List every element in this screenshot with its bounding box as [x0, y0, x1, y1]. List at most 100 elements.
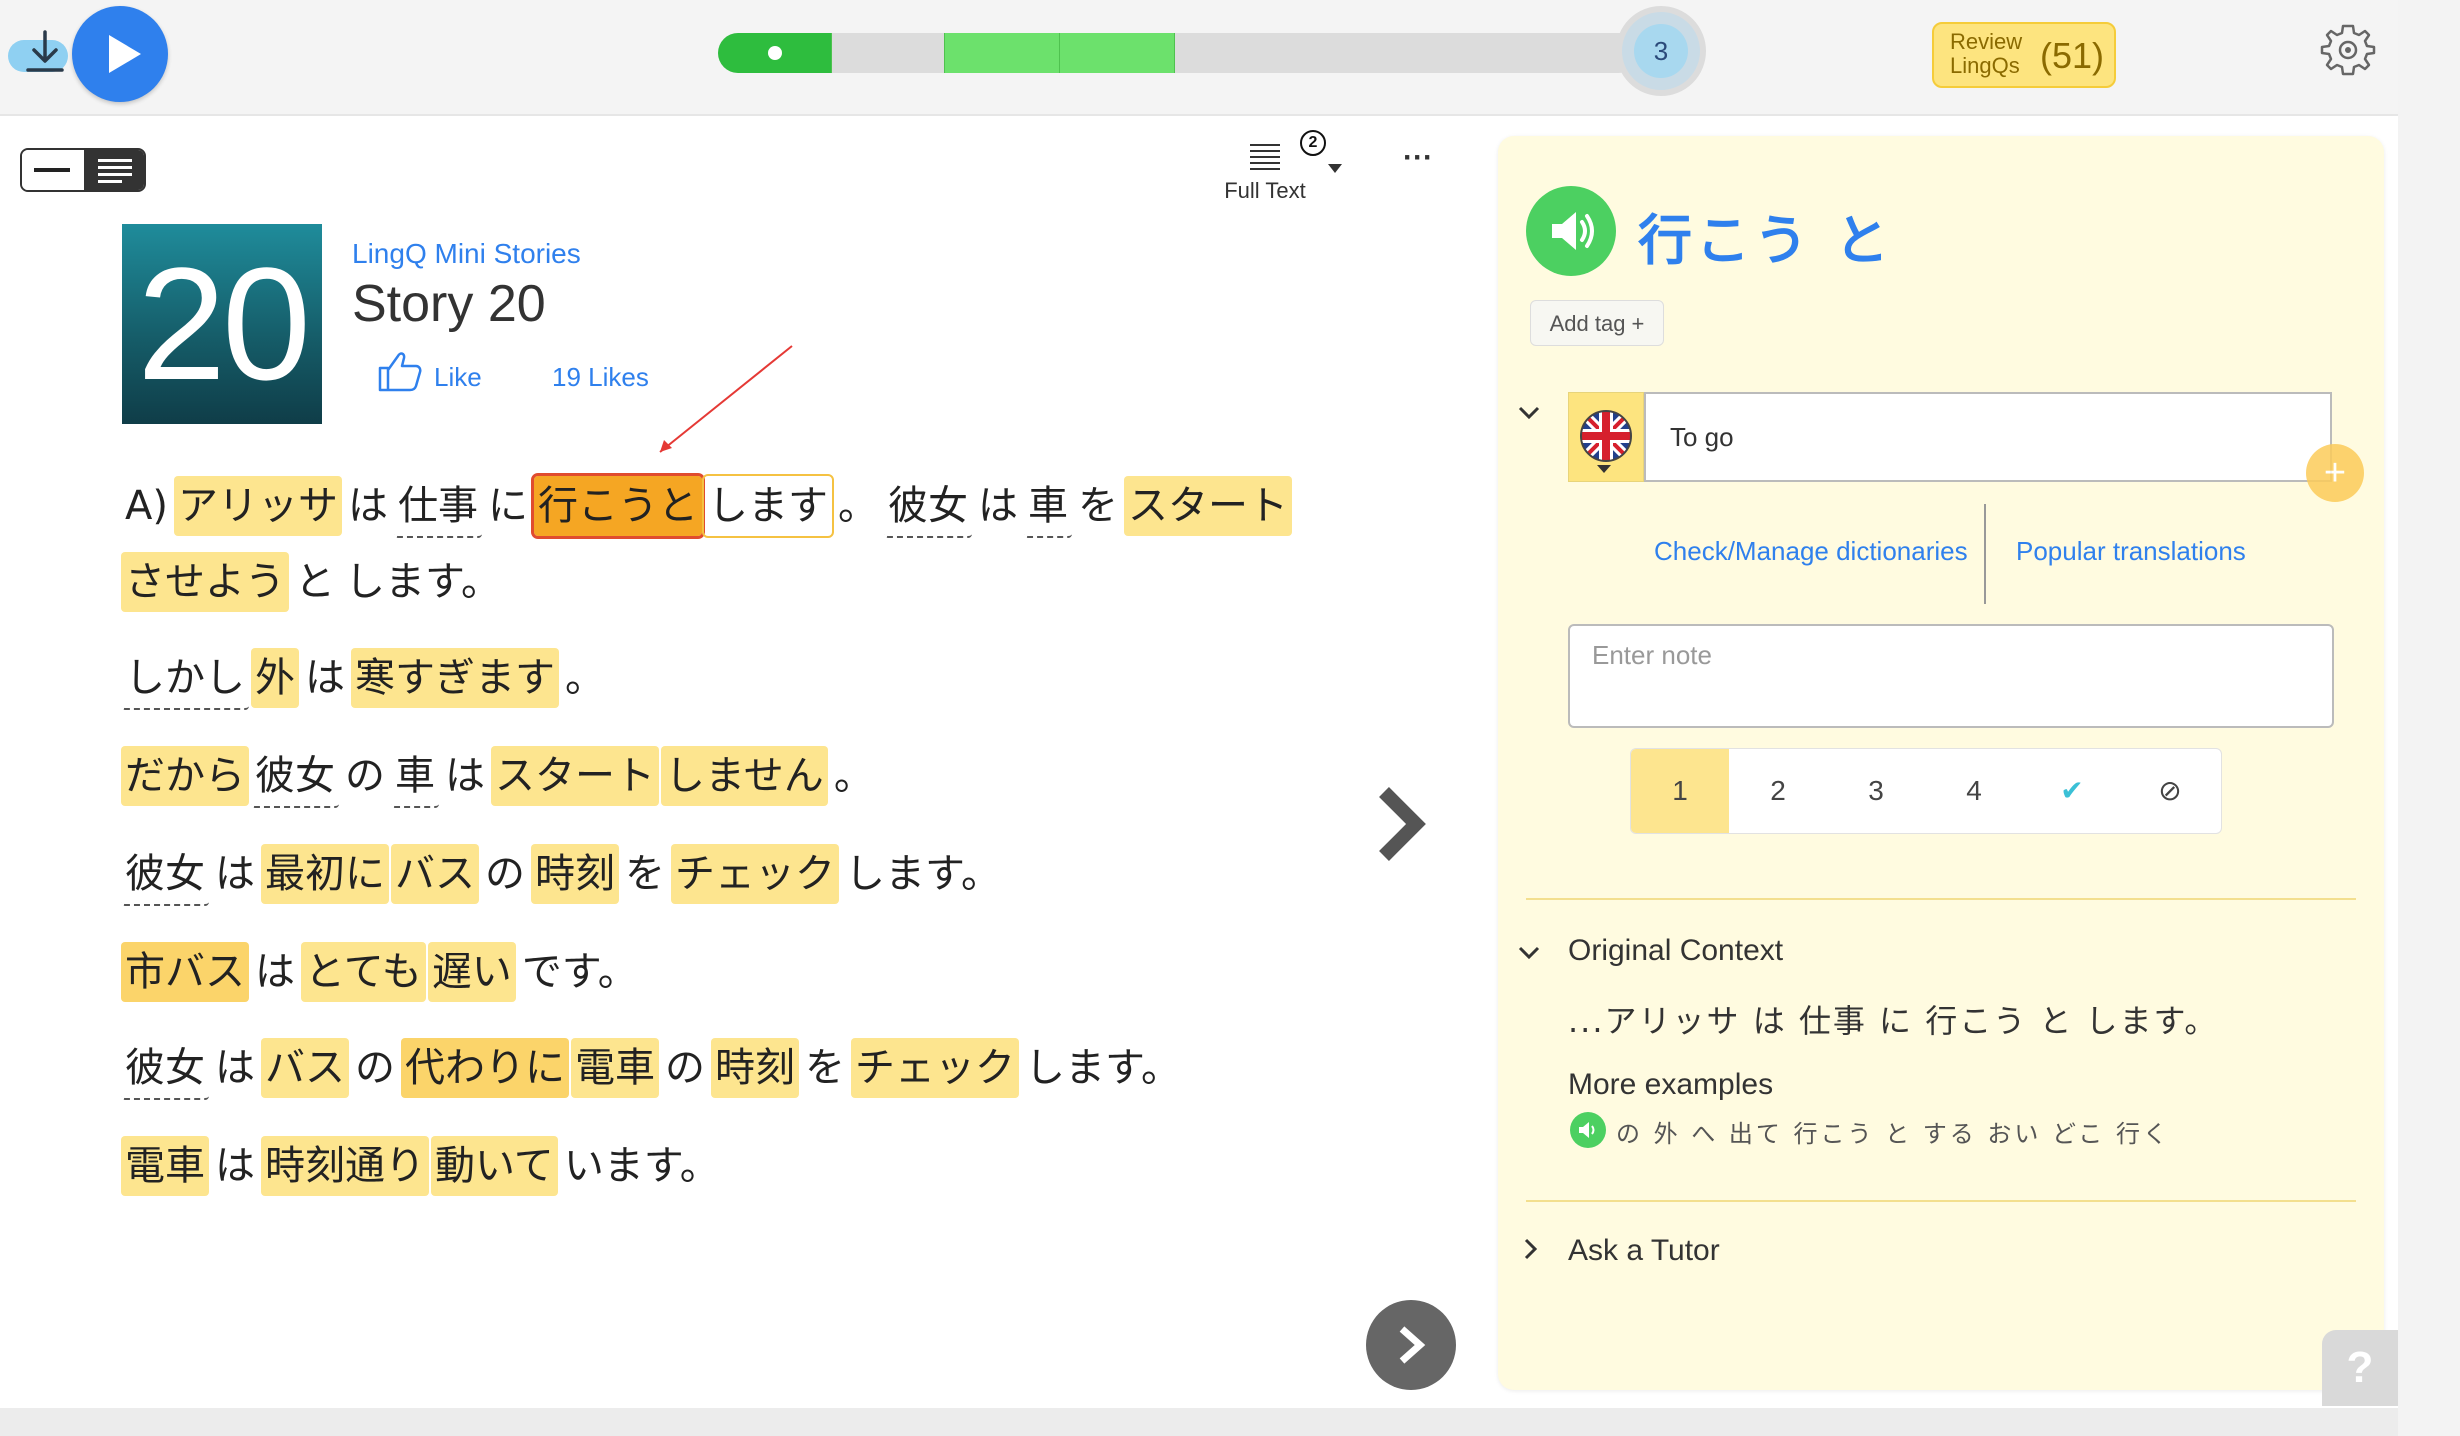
text-word: の	[355, 1045, 395, 1091]
text-word[interactable]: チェック	[851, 1038, 1019, 1098]
text-word[interactable]: スタート	[491, 746, 659, 806]
text-word: 。	[837, 483, 878, 529]
page-mode-button[interactable]	[84, 150, 144, 190]
text-word: は	[215, 851, 255, 897]
text-word[interactable]: 車	[391, 746, 439, 808]
word-panel: 行こう と Add tag + To go + Check/Manage dic…	[1498, 136, 2384, 1390]
next-sentence-chevron-icon[interactable]	[1372, 784, 1432, 864]
chevron-down-icon[interactable]	[1514, 398, 1544, 428]
meaning-input[interactable]: To go	[1644, 392, 2332, 482]
chevron-down-icon[interactable]	[1328, 164, 1342, 173]
selected-word[interactable]: 行こうと	[530, 473, 705, 539]
sentence-mode-button[interactable]	[22, 150, 82, 190]
text-word: の	[485, 851, 525, 897]
text-word[interactable]: しかし	[121, 648, 249, 710]
text-word[interactable]: 彼女	[121, 844, 209, 906]
like-button[interactable]: Like	[434, 362, 482, 393]
text-word[interactable]: アリッサ	[173, 476, 342, 536]
text-word[interactable]: 遅い	[427, 942, 516, 1002]
progress-position-dot[interactable]	[768, 46, 782, 60]
more-options-icon[interactable]: ···	[1398, 143, 1438, 188]
text-word[interactable]: 彼女	[251, 746, 339, 808]
original-context-header[interactable]: Original Context	[1568, 934, 1783, 968]
speaker-icon[interactable]	[1570, 1112, 1606, 1148]
text-word[interactable]: 車	[1023, 476, 1072, 538]
full-text-button[interactable]: 2 Full Text	[1210, 130, 1342, 210]
text-word[interactable]: 電車	[571, 1038, 659, 1098]
lesson-progress-bar[interactable]	[718, 33, 1638, 73]
text-paragraph: だから 彼女の車はスタート しません。	[120, 746, 1260, 808]
text-word[interactable]: します	[701, 474, 834, 538]
text-word[interactable]: 電車	[121, 1136, 209, 1196]
text-word[interactable]: バス	[391, 844, 479, 904]
add-meaning-button[interactable]: +	[2306, 444, 2364, 502]
text-paragraph: 電車は時刻通り 動いて います。	[120, 1136, 1260, 1196]
text-word: は	[255, 949, 295, 995]
text-word[interactable]: 市バス	[121, 942, 249, 1002]
text-word[interactable]: 最初に	[261, 844, 389, 904]
status-option-3[interactable]: 3	[1827, 749, 1925, 833]
review-count: (51)	[2040, 35, 2105, 76]
text-word[interactable]: 時刻	[711, 1038, 799, 1098]
text-word: です。	[521, 949, 638, 995]
uk-flag-icon	[1580, 410, 1632, 462]
gear-icon[interactable]	[2318, 20, 2378, 80]
view-mode-toggle[interactable]	[20, 148, 146, 192]
review-lingqs-button[interactable]: Review LingQs (51)	[1932, 22, 2116, 88]
likes-count[interactable]: 19 Likes	[552, 362, 649, 393]
course-link[interactable]: LingQ Mini Stories	[352, 238, 581, 270]
text-word[interactable]: 外	[251, 648, 299, 708]
text-word[interactable]: 代わりに	[401, 1038, 569, 1098]
progress-segment	[944, 33, 1060, 73]
download-icon[interactable]	[22, 28, 68, 78]
text-word: の	[345, 753, 385, 799]
text-word[interactable]: だから	[121, 746, 249, 806]
dictionary-language-selector[interactable]	[1568, 392, 1644, 482]
text-word[interactable]: チェック	[671, 844, 839, 904]
status-selector[interactable]: 1 2 3 4 ✔ ⊘	[1630, 748, 2222, 834]
status-option-5[interactable]: ✔	[2023, 749, 2121, 833]
status-option-4[interactable]: 4	[1925, 749, 2023, 833]
text-word[interactable]: 彼女	[121, 1038, 209, 1100]
review-label: Review LingQs	[1950, 29, 2023, 78]
text-word[interactable]: 時刻通り	[261, 1136, 429, 1196]
check-dictionaries-link[interactable]: Check/Manage dictionaries	[1654, 536, 1968, 567]
text-word: の	[665, 1045, 705, 1091]
page-indicator[interactable]: 3	[1616, 6, 1706, 96]
play-audio-button[interactable]	[72, 6, 168, 102]
text-word: は	[347, 483, 388, 529]
text-word[interactable]: しません	[661, 746, 828, 806]
next-page-button[interactable]	[1366, 1300, 1456, 1390]
text-word[interactable]: 動いて	[431, 1136, 558, 1196]
text-word[interactable]: 時刻	[531, 844, 619, 904]
text-paragraph: 市バスはとても 遅い です。	[120, 942, 1260, 1002]
status-option-2[interactable]: 2	[1729, 749, 1827, 833]
text-word: を	[1077, 483, 1118, 529]
text-word[interactable]: バス	[261, 1038, 349, 1098]
text-word[interactable]: 仕事	[393, 476, 482, 538]
text-word[interactable]: とても	[301, 942, 426, 1002]
chevron-down-icon[interactable]	[1514, 938, 1544, 968]
status-option-1[interactable]: 1	[1631, 749, 1729, 833]
chevron-right-icon	[1399, 1326, 1426, 1364]
note-field[interactable]: Enter note	[1568, 624, 2334, 728]
status-option-6[interactable]: ⊘	[2121, 749, 2219, 833]
text-word[interactable]: させよう	[121, 552, 289, 612]
speaker-icon[interactable]	[1526, 186, 1616, 276]
text-word[interactable]: 彼女	[883, 476, 972, 538]
ask-tutor-link[interactable]: Ask a Tutor	[1568, 1234, 1720, 1268]
full-text-badge: 2	[1300, 130, 1326, 156]
text-word[interactable]: 寒すぎます	[351, 648, 559, 708]
original-context-text: ...アリッサ は 仕事 に 行こう と します。	[1568, 1002, 2219, 1040]
chevron-right-icon[interactable]	[1516, 1234, 1546, 1264]
text-word: います。	[563, 1143, 720, 1189]
thumbs-up-icon[interactable]	[376, 350, 422, 392]
text-word: A)	[125, 483, 168, 529]
add-tag-button[interactable]: Add tag +	[1530, 300, 1664, 346]
text-paragraph: A) アリッサは仕事に行こうと します。彼女は車をスタート	[120, 473, 1292, 539]
text-word: と	[295, 559, 335, 605]
help-button[interactable]: ?	[2322, 1330, 2398, 1406]
progress-segment	[1059, 33, 1175, 73]
text-word[interactable]: スタート	[1123, 476, 1292, 536]
popular-translations-link[interactable]: Popular translations	[2016, 536, 2246, 567]
